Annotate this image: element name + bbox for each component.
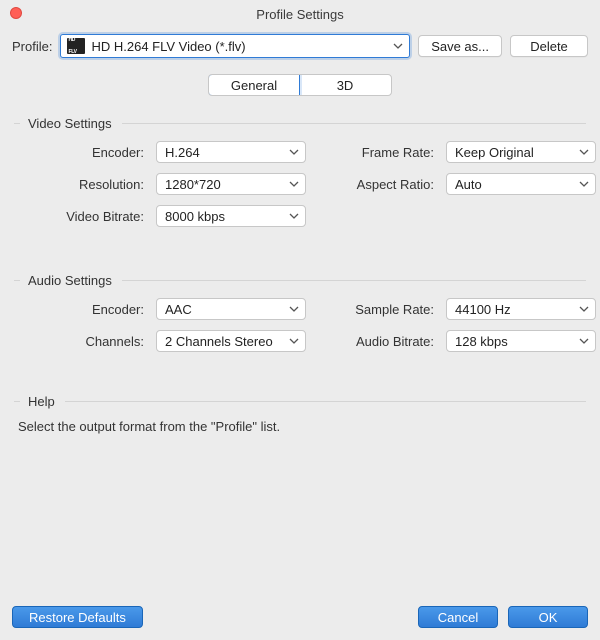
video-encoder-label: Encoder: bbox=[18, 145, 146, 160]
help-text: Select the output format from the "Profi… bbox=[18, 419, 586, 434]
restore-defaults-button[interactable]: Restore Defaults bbox=[12, 606, 143, 628]
chevron-down-icon bbox=[579, 179, 589, 189]
chevron-down-icon bbox=[289, 304, 299, 314]
audio-settings-section: Audio Settings Encoder: AAC Sample Rate:… bbox=[0, 273, 600, 388]
chevron-down-icon bbox=[289, 211, 299, 221]
aspect-ratio-select[interactable]: Auto bbox=[446, 173, 596, 195]
chevron-down-icon bbox=[579, 336, 589, 346]
chevron-down-icon bbox=[289, 336, 299, 346]
flv-icon bbox=[67, 38, 85, 54]
tabs: General 3D bbox=[0, 68, 600, 110]
help-section: Help Select the output format from the "… bbox=[0, 394, 600, 434]
footer: Restore Defaults Cancel OK bbox=[0, 596, 600, 640]
video-settings-section: Video Settings Encoder: H.264 Frame Rate… bbox=[0, 116, 600, 267]
profile-settings-window: Profile Settings Profile: HD H.264 FLV V… bbox=[0, 0, 600, 640]
ok-button[interactable]: OK bbox=[508, 606, 588, 628]
frame-rate-select[interactable]: Keep Original bbox=[446, 141, 596, 163]
audio-settings-header: Audio Settings bbox=[14, 273, 586, 288]
chevron-down-icon bbox=[393, 41, 403, 51]
channels-label: Channels: bbox=[18, 334, 146, 349]
help-header: Help bbox=[14, 394, 586, 409]
titlebar: Profile Settings bbox=[0, 0, 600, 28]
tab-3d[interactable]: 3D bbox=[299, 75, 391, 95]
video-encoder-select[interactable]: H.264 bbox=[156, 141, 306, 163]
video-bitrate-select[interactable]: 8000 kbps bbox=[156, 205, 306, 227]
aspect-ratio-label: Aspect Ratio: bbox=[316, 177, 436, 192]
chevron-down-icon bbox=[579, 147, 589, 157]
profile-label: Profile: bbox=[12, 39, 52, 54]
sample-rate-label: Sample Rate: bbox=[316, 302, 436, 317]
save-as-button[interactable]: Save as... bbox=[418, 35, 502, 57]
channels-select[interactable]: 2 Channels Stereo bbox=[156, 330, 306, 352]
video-bitrate-label: Video Bitrate: bbox=[18, 209, 146, 224]
audio-encoder-label: Encoder: bbox=[18, 302, 146, 317]
window-title: Profile Settings bbox=[256, 7, 343, 22]
window-controls bbox=[10, 7, 22, 19]
sample-rate-select[interactable]: 44100 Hz bbox=[446, 298, 596, 320]
chevron-down-icon bbox=[289, 147, 299, 157]
chevron-down-icon bbox=[289, 179, 299, 189]
video-settings-title: Video Settings bbox=[28, 116, 112, 131]
video-settings-header: Video Settings bbox=[14, 116, 586, 131]
frame-rate-label: Frame Rate: bbox=[316, 145, 436, 160]
audio-bitrate-select[interactable]: 128 kbps bbox=[446, 330, 596, 352]
audio-bitrate-label: Audio Bitrate: bbox=[316, 334, 436, 349]
chevron-down-icon bbox=[579, 304, 589, 314]
resolution-label: Resolution: bbox=[18, 177, 146, 192]
resolution-select[interactable]: 1280*720 bbox=[156, 173, 306, 195]
delete-button[interactable]: Delete bbox=[510, 35, 588, 57]
audio-settings-title: Audio Settings bbox=[28, 273, 112, 288]
cancel-button[interactable]: Cancel bbox=[418, 606, 498, 628]
tab-general[interactable]: General bbox=[208, 74, 300, 96]
close-icon[interactable] bbox=[10, 7, 22, 19]
profile-row: Profile: HD H.264 FLV Video (*.flv) Save… bbox=[0, 28, 600, 68]
tab-segment: General 3D bbox=[208, 74, 392, 96]
audio-encoder-select[interactable]: AAC bbox=[156, 298, 306, 320]
profile-value: HD H.264 FLV Video (*.flv) bbox=[91, 39, 387, 54]
help-title: Help bbox=[28, 394, 55, 409]
profile-select[interactable]: HD H.264 FLV Video (*.flv) bbox=[60, 34, 410, 58]
